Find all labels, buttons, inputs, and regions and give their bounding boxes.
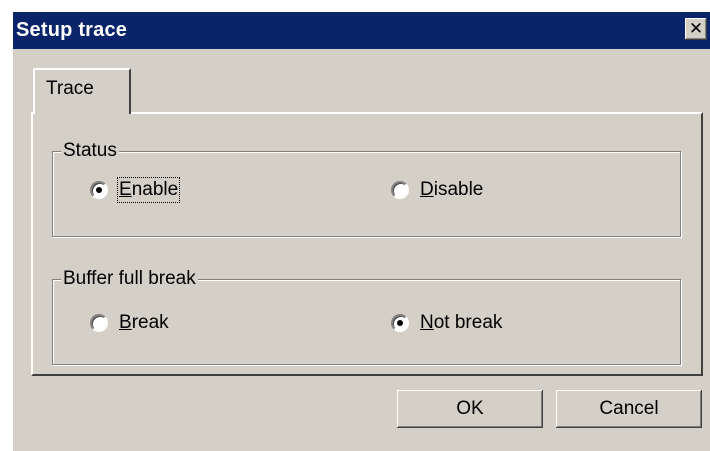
setup-trace-dialog: Setup trace ✕ Trace Status Enable Disabl… (13, 12, 710, 451)
not-break-mnemonic: N (420, 312, 434, 333)
disable-label-rest: isable (433, 179, 484, 200)
not-break-radio[interactable]: Not break (391, 310, 502, 336)
status-legend: Status (61, 140, 119, 162)
close-icon: ✕ (688, 19, 704, 39)
close-button[interactable]: ✕ (685, 18, 707, 40)
enable-mnemonic: E (119, 179, 132, 200)
tab-trace-label: Trace (46, 78, 94, 99)
buffer-full-break-groupbox: Buffer full break Break Not break (52, 268, 681, 365)
not-break-radio-indicator[interactable] (391, 314, 409, 332)
dialog-title: Setup trace (16, 19, 128, 41)
not-break-label-rest: ot break (433, 312, 503, 333)
title-bar[interactable]: Setup trace ✕ (13, 12, 710, 49)
break-radio[interactable]: Break (90, 310, 169, 336)
break-label-rest: reak (131, 312, 169, 333)
buffer-full-break-legend: Buffer full break (61, 268, 198, 290)
tab-trace[interactable]: Trace (33, 68, 131, 114)
disable-radio[interactable]: Disable (391, 177, 483, 203)
not-break-radio-label: Not break (420, 312, 502, 334)
disable-radio-indicator[interactable] (391, 181, 409, 199)
enable-label-rest: nable (131, 179, 179, 200)
break-radio-indicator[interactable] (90, 314, 108, 332)
cancel-button[interactable]: Cancel (556, 390, 702, 428)
break-radio-label: Break (119, 312, 169, 334)
status-groupbox: Status Enable Disable (52, 140, 681, 237)
enable-radio-label: Enable (116, 177, 181, 203)
disable-mnemonic: D (420, 179, 434, 200)
trace-tab-panel: Status Enable Disable Buffer full break … (31, 112, 703, 376)
enable-radio-indicator[interactable] (90, 181, 108, 199)
break-mnemonic: B (119, 312, 132, 333)
ok-button[interactable]: OK (397, 390, 543, 428)
enable-radio[interactable]: Enable (90, 177, 181, 203)
disable-radio-label: Disable (420, 179, 483, 201)
